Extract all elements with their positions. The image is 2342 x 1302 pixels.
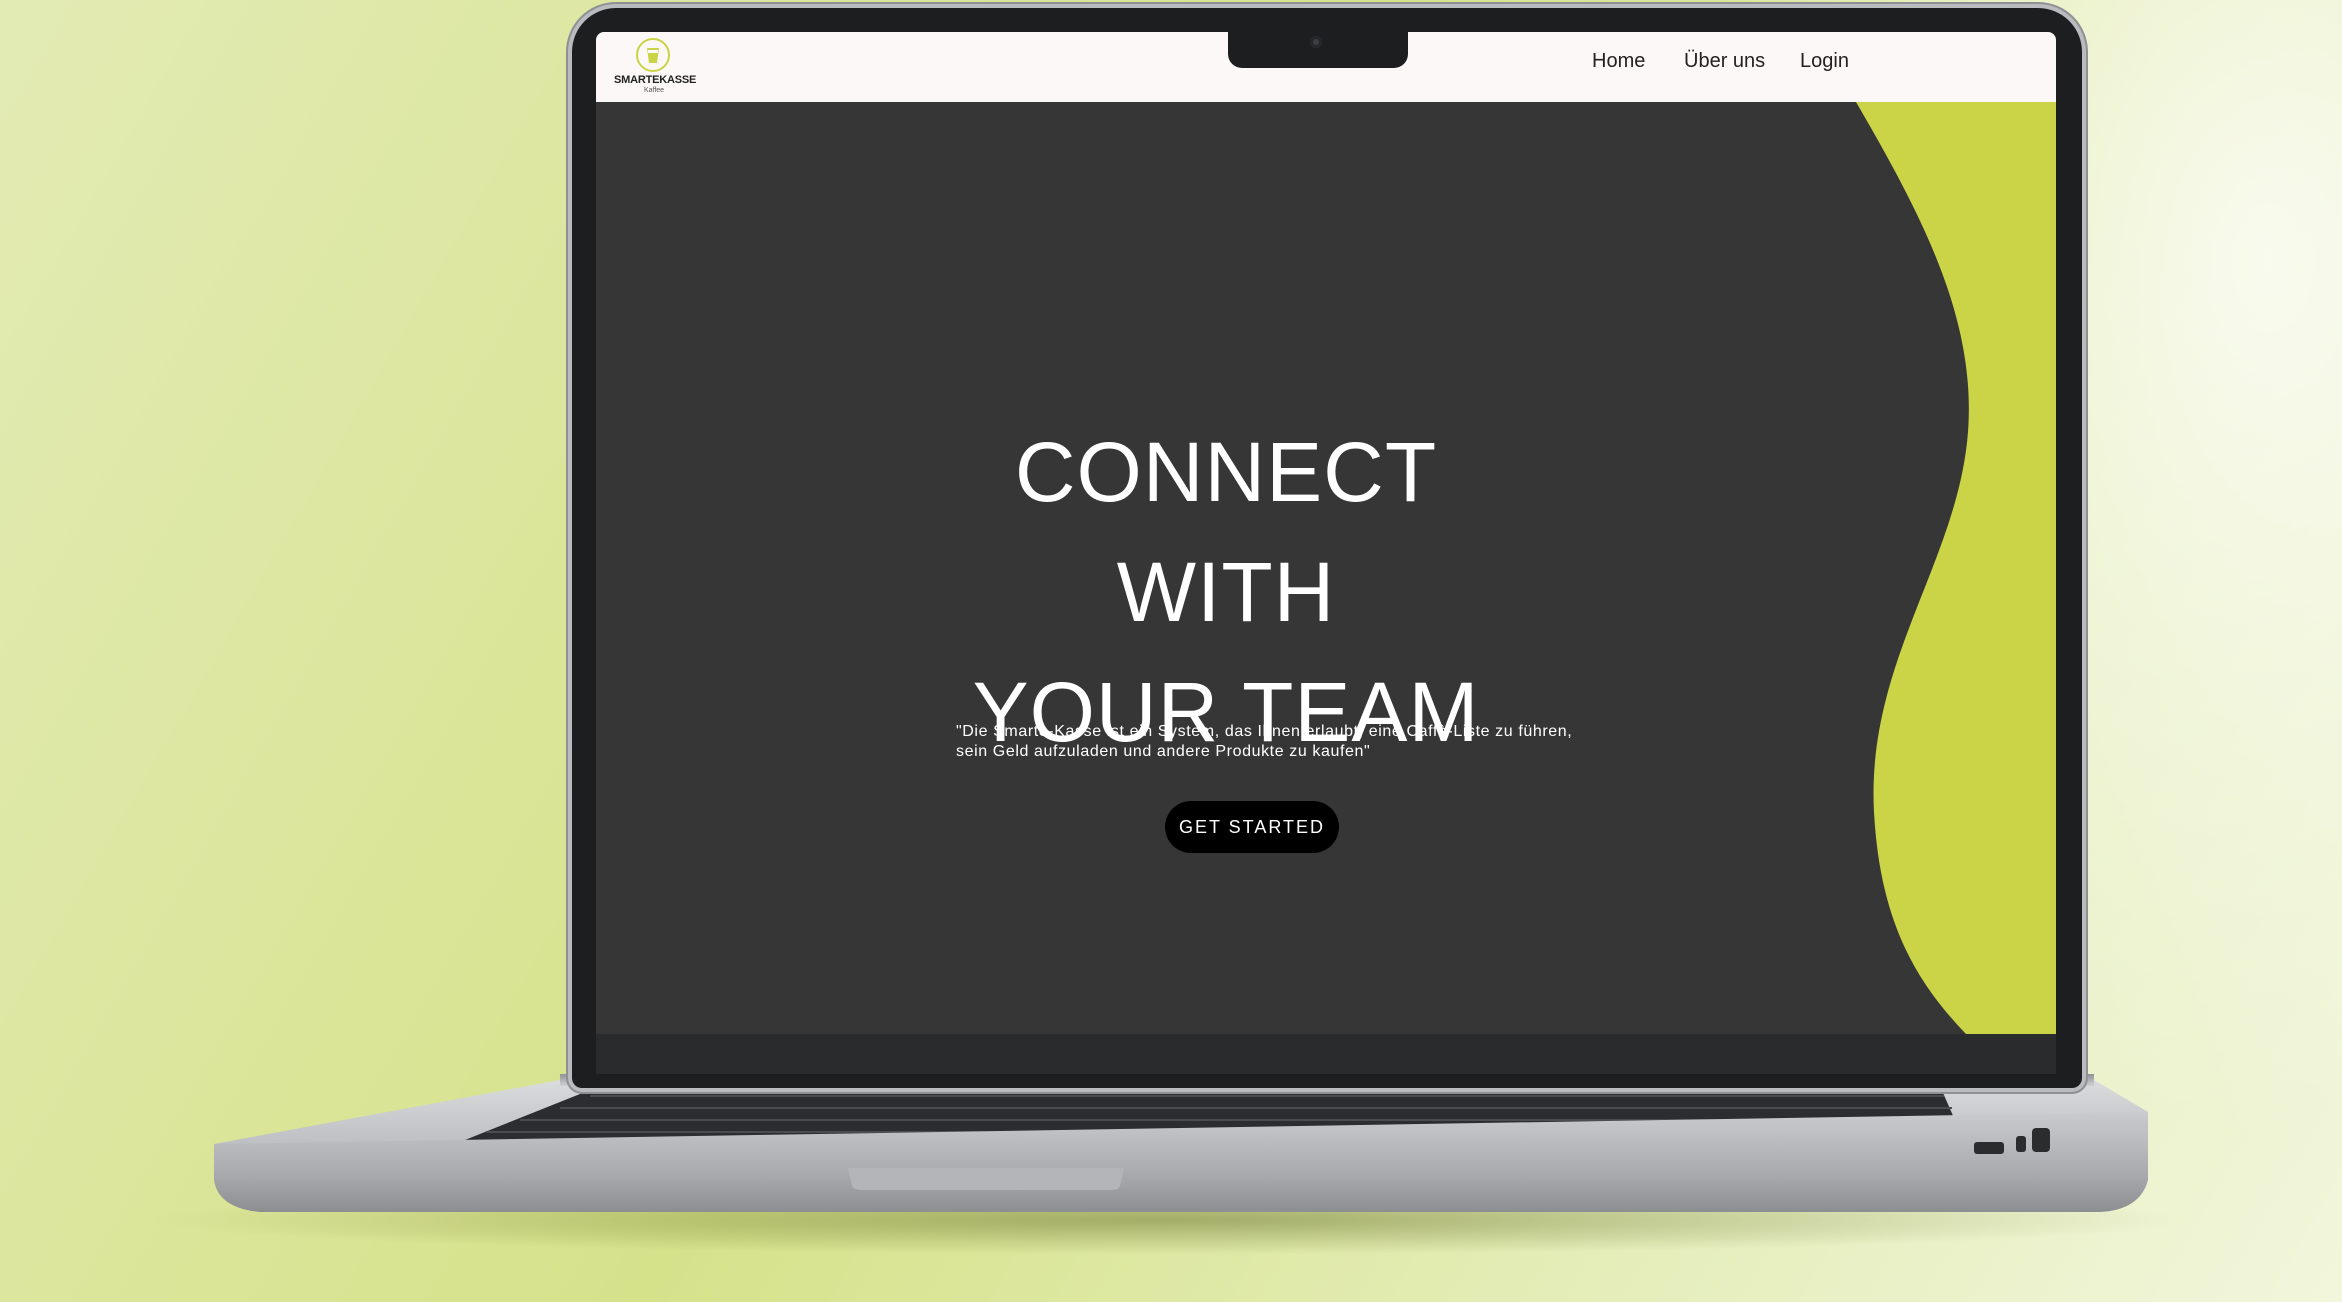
logo-subtitle: Kaffee [643,87,665,94]
hero-title: CONNECT WITH YOUR TEAM [896,412,1556,772]
coffee-cup-icon [636,38,670,72]
get-started-button[interactable]: GET STARTED [1165,801,1339,853]
nav-about-link[interactable]: Über uns [1684,50,1765,73]
usb-port [2016,1136,2026,1152]
usb-port [1974,1142,2004,1154]
headphone-port [2032,1128,2050,1152]
hero-subtitle: "Die Smarte-Kasse ist ein System, das Ih… [956,723,1573,760]
front-notch [848,1168,1124,1190]
browser-viewport: SMARTEKASSE Kaffee Home Über uns Login C… [596,32,2056,1034]
nav-login-link[interactable]: Login [1800,50,1849,73]
camera-notch [1228,28,1408,68]
site-logo[interactable]: SMARTEKASSE Kaffee [614,36,697,98]
hero-title-line-1: CONNECT WITH [1014,425,1438,639]
nav-home-link[interactable]: Home [1592,50,1645,73]
camera-icon [1310,36,1322,48]
logo-title: SMARTEKASSE [614,74,697,86]
